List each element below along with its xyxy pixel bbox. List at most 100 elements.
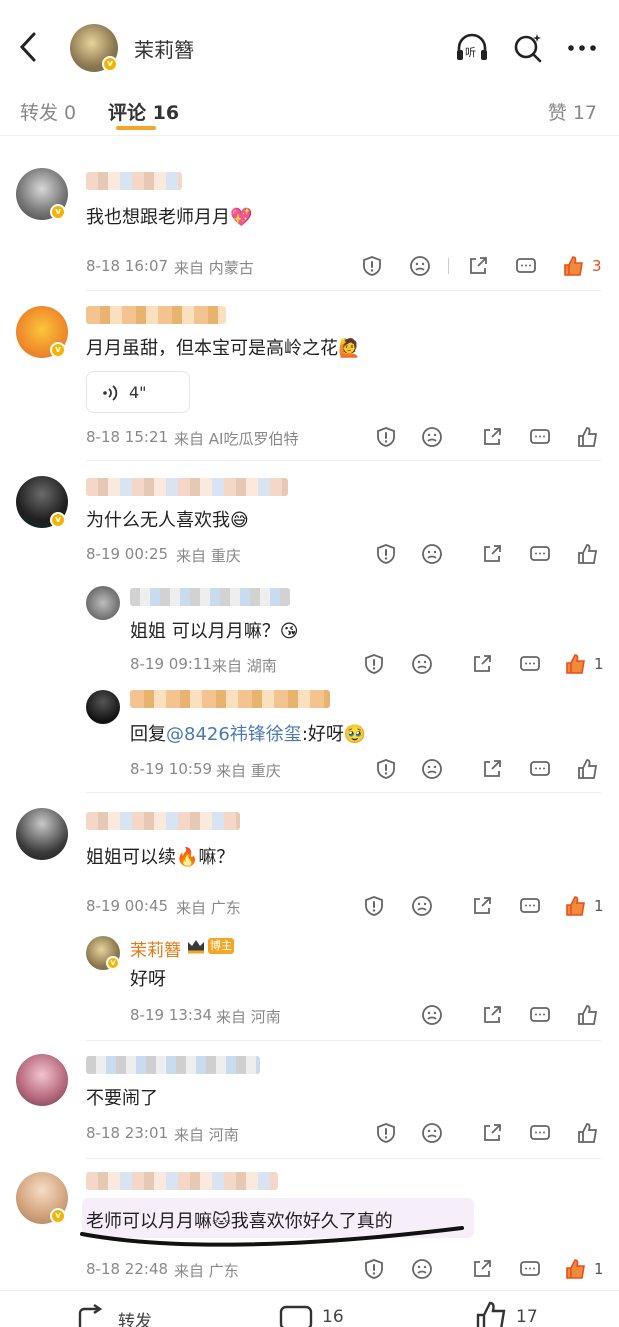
listen-icon[interactable]: 听 [454,30,490,66]
share-icon[interactable] [470,1257,494,1281]
share-icon[interactable] [470,894,494,918]
share-icon[interactable] [480,757,504,781]
reply-icon[interactable] [528,1121,552,1145]
username-blurred[interactable] [86,1056,260,1074]
dislike-icon[interactable] [420,1003,444,1027]
reply-icon[interactable] [528,542,552,566]
share-icon[interactable] [470,652,494,676]
reply-icon[interactable] [518,1257,542,1281]
tab-likes[interactable]: 赞 17 [548,98,597,125]
comment-text: 不要闹了 [86,1088,158,1109]
share-icon[interactable] [480,1003,504,1027]
report-icon[interactable] [362,894,386,918]
username-blurred[interactable] [86,172,182,190]
report-icon[interactable] [374,1121,398,1145]
username-blurred[interactable] [86,812,240,830]
dislike-icon[interactable] [410,652,434,676]
avatar[interactable] [16,1054,68,1106]
comment-time: 8-18 23:01 [86,1124,169,1142]
reply-icon[interactable] [528,757,552,781]
tab-comments[interactable]: 评论 16 [108,98,179,125]
reply-icon[interactable] [528,425,552,449]
avatar[interactable] [16,808,68,860]
reply-icon[interactable] [518,652,542,676]
user-mention-link[interactable]: @8426祎锋徐玺 [166,724,302,745]
hand-drawn-underline [80,1226,464,1247]
avatar[interactable] [86,586,120,620]
username-blurred[interactable] [86,306,226,324]
username-blurred[interactable] [130,690,330,708]
search-icon[interactable] [510,30,546,66]
reply-icon[interactable] [518,894,542,918]
comment-time: 8-19 09:11 [130,655,213,673]
username-blurred[interactable] [86,1172,278,1190]
tab-repost[interactable]: 转发 0 [20,98,76,125]
reply-icon[interactable] [514,254,538,278]
like-icon[interactable] [474,1301,508,1327]
back-arrow-icon[interactable] [14,30,42,64]
like-icon[interactable] [576,1121,600,1145]
username[interactable]: 茉莉簪 [130,936,181,961]
comment-text: 好呀 [130,969,166,990]
comment-location: 来自 河南 [216,1008,281,1026]
dislike-icon[interactable] [408,254,432,278]
report-icon[interactable] [374,542,398,566]
voice-message[interactable]: 4" [86,371,190,413]
username-blurred[interactable] [130,588,290,606]
tab-active-indicator [116,126,156,130]
report-icon[interactable] [362,1257,386,1281]
comment-icon[interactable] [278,1303,314,1327]
comment-time: 8-19 00:45 [86,897,169,915]
like-count[interactable]: 17 [516,1307,538,1327]
dislike-icon[interactable] [410,894,434,918]
like-icon[interactable] [564,652,588,676]
comment-time: 8-18 22:48 [86,1260,169,1278]
reply-prefix: 回复 [130,724,166,745]
repost-label[interactable]: 转发 [118,1307,152,1327]
share-icon[interactable] [480,425,504,449]
verified-badge: v [102,56,118,72]
author-name[interactable]: 茉莉簪 [134,34,194,63]
divider [86,460,601,461]
like-count: 1 [594,1260,604,1278]
divider [86,290,601,291]
like-icon[interactable] [564,894,588,918]
share-icon[interactable] [466,254,490,278]
like-count: 1 [594,897,604,915]
comment-text: 回复@8426祎锋徐玺:好呀🥹 [130,720,366,746]
voice-duration: 4" [129,383,147,402]
reply-icon[interactable] [528,1003,552,1027]
dislike-icon[interactable] [420,757,444,781]
report-icon[interactable] [374,757,398,781]
share-icon[interactable] [480,1121,504,1145]
comment-time: 8-18 16:07 [86,257,169,275]
like-icon[interactable] [576,757,600,781]
like-icon[interactable] [564,1257,588,1281]
tab-bar: 转发 0 评论 16 赞 17 [0,80,619,136]
share-icon[interactable] [480,542,504,566]
like-icon[interactable] [576,542,600,566]
username-blurred[interactable] [86,478,288,496]
top-bar: v 茉莉簪 听 [0,0,619,80]
audio-wave-icon [103,385,118,401]
divider [86,1040,601,1041]
dislike-icon[interactable] [420,542,444,566]
report-icon[interactable] [360,254,384,278]
action-divider [448,258,449,274]
repost-icon[interactable] [76,1303,110,1327]
comment-location: 来自 重庆 [216,762,281,780]
more-icon[interactable] [564,30,600,66]
like-icon[interactable] [562,254,586,278]
comment-location: 来自 AI吃瓜罗伯特 [174,430,299,448]
dislike-icon[interactable] [410,1257,434,1281]
comment-location: 来自 湖南 [212,657,277,675]
like-icon[interactable] [576,1003,600,1027]
dislike-icon[interactable] [420,1121,444,1145]
comment-location: 来自 广东 [174,1262,239,1280]
report-icon[interactable] [374,425,398,449]
like-icon[interactable] [576,425,600,449]
dislike-icon[interactable] [420,425,444,449]
report-icon[interactable] [362,652,386,676]
comment-count[interactable]: 16 [322,1307,344,1327]
avatar[interactable] [86,690,120,724]
